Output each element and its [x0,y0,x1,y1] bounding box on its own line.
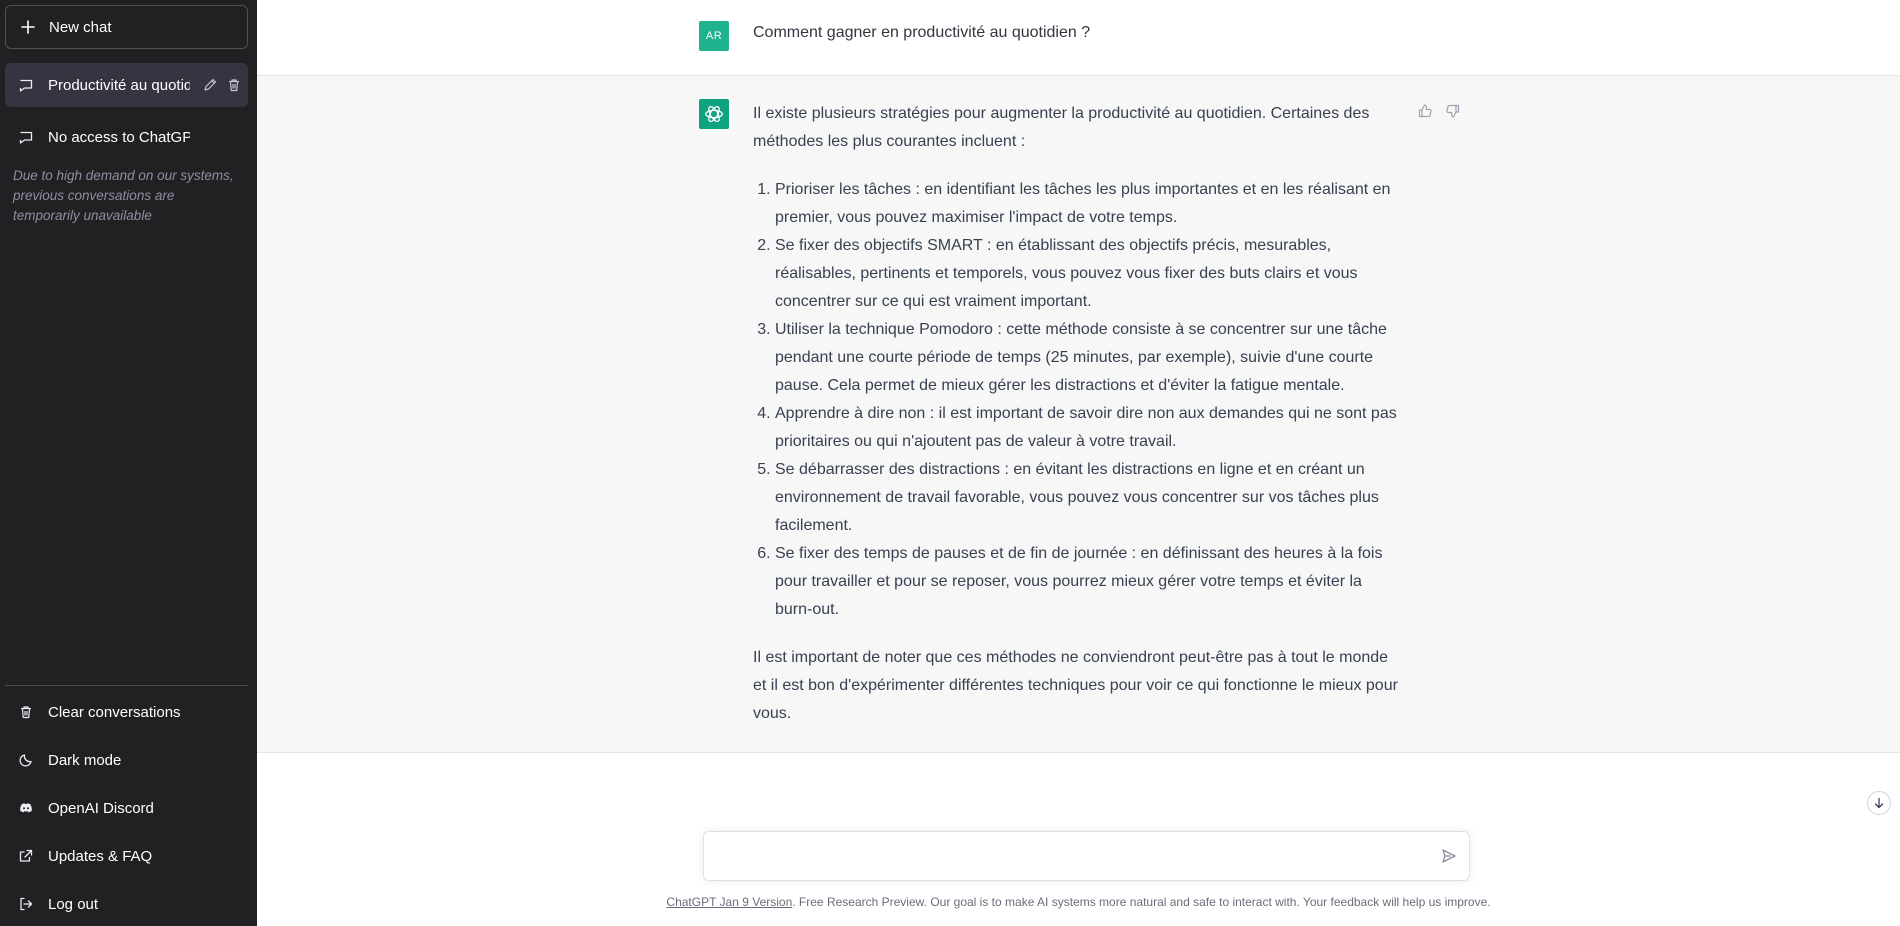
assistant-outro: Il est important de noter que ces méthod… [753,649,1398,722]
thumbs-down-icon[interactable] [1445,103,1461,119]
version-link[interactable]: ChatGPT Jan 9 Version [666,895,792,909]
scroll-to-bottom-button[interactable] [1867,791,1891,815]
thumbs-up-icon[interactable] [1417,103,1433,119]
log-out-icon [20,897,33,911]
footer-disclaimer: ChatGPT Jan 9 Version. Free Research Pre… [257,895,1900,909]
external-link-icon [19,849,33,862]
updates-faq-label: Updates & FAQ [48,847,153,865]
chat-main: AR Comment gagner en productivité au quo… [257,0,1900,926]
new-chat-label: New chat [49,18,112,36]
conversation-label: Productivité au quotidi [48,76,190,94]
edit-pencil-icon[interactable] [202,77,218,93]
arrow-down-icon [1874,797,1884,809]
user-avatar: AR [699,21,729,51]
discord-icon [20,803,32,813]
assistant-list: Prioriser les tâches : en identifiant le… [753,176,1403,624]
chat-bubble-icon [19,79,33,92]
user-message: Comment gagner en productivité au quotid… [753,24,1091,41]
list-item: Se débarrasser des distractions : en évi… [775,456,1403,540]
trash-icon[interactable] [226,77,242,93]
list-item: Prioriser les tâches : en identifiant le… [775,176,1403,232]
feedback-buttons [1417,103,1461,119]
list-item: Se fixer des objectifs SMART : en établi… [775,232,1403,316]
assistant-intro: Il existe plusieurs stratégies pour augm… [753,105,1370,150]
clear-conversations-button[interactable]: Clear conversations [5,692,248,732]
conversation-item-active[interactable]: Productivité au quotidi [5,63,248,107]
discord-label: OpenAI Discord [48,799,154,817]
send-icon[interactable] [1441,848,1457,864]
plus-icon [21,20,35,34]
sidebar-divider [5,685,248,686]
list-item: Se fixer des temps de pauses et de fin d… [775,540,1403,624]
conversation-label: No access to ChatGPT [48,128,190,146]
footer-text: . Free Research Preview. Our goal is to … [792,895,1491,909]
assistant-message-row: Il existe plusieurs stratégies pour augm… [257,76,1900,753]
log-out-label: Log out [48,895,99,913]
new-chat-button[interactable]: New chat [5,5,248,49]
moon-icon [19,754,32,767]
trash-icon [21,706,31,719]
message-composer [703,831,1470,881]
list-item: Utiliser la technique Pomodoro : cette m… [775,316,1403,400]
conversation-item[interactable]: No access to ChatGPT [5,115,248,159]
chat-bubble-icon [19,131,33,144]
openai-discord-link[interactable]: OpenAI Discord [5,788,248,828]
log-out-button[interactable]: Log out [5,884,248,924]
openai-logo-icon [699,99,729,129]
dark-mode-button[interactable]: Dark mode [5,740,248,780]
dark-mode-label: Dark mode [48,751,122,769]
assistant-message: Il existe plusieurs stratégies pour augm… [753,100,1403,728]
user-message-row: AR Comment gagner en productivité au quo… [257,0,1900,76]
updates-faq-link[interactable]: Updates & FAQ [5,836,248,876]
clear-conversations-label: Clear conversations [48,703,181,721]
sidebar: New chat Productivité au quotidi No acce… [0,0,257,926]
list-item: Apprendre à dire non : il est important … [775,400,1403,456]
unavailable-notice: Due to high demand on our systems, previ… [13,168,234,223]
message-input[interactable] [716,844,1420,872]
